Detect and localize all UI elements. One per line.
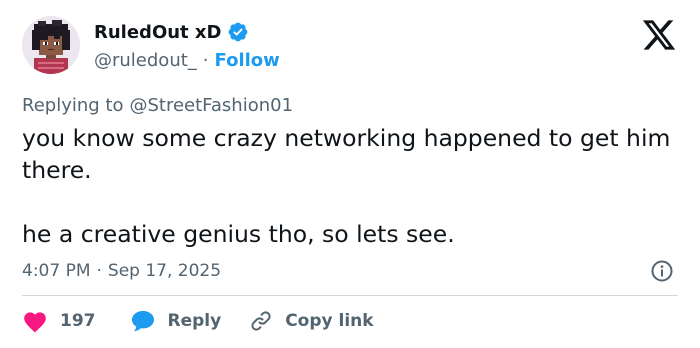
- reply-label: Reply: [167, 311, 222, 331]
- tweet-time: 4:07 PM: [22, 261, 91, 281]
- action-bar: 197 Reply Copy link: [22, 306, 374, 336]
- replying-to: Replying to @StreetFashion01: [22, 92, 293, 118]
- copy-link-button[interactable]: Copy link: [249, 309, 374, 333]
- like-count: 197: [60, 311, 96, 331]
- x-logo-icon[interactable]: [640, 17, 678, 53]
- replying-to-handle[interactable]: @StreetFashion01: [129, 95, 293, 116]
- follow-button[interactable]: Follow: [215, 50, 280, 71]
- tweet-text: you know some crazy networking happened …: [22, 124, 671, 248]
- author-handle-row: @ruledout_ · Follow: [94, 47, 280, 73]
- link-icon: [251, 311, 271, 331]
- copy-link-label: Copy link: [285, 311, 374, 331]
- heart-icon: [24, 312, 46, 333]
- tweet-timestamp[interactable]: 4:07 PM · Sep 17, 2025: [22, 258, 221, 284]
- handle-separator: ·: [202, 49, 209, 71]
- display-name[interactable]: RuledOut xD: [94, 22, 221, 43]
- verified-badge-icon: [227, 21, 249, 43]
- author-name-row: RuledOut xD: [94, 18, 249, 46]
- replying-to-label: Replying to: [22, 94, 124, 116]
- reply-button[interactable]: Reply: [130, 309, 222, 333]
- avatar[interactable]: [22, 16, 80, 74]
- author-handle[interactable]: @ruledout_: [94, 50, 197, 71]
- divider: [22, 295, 678, 296]
- info-icon[interactable]: [650, 259, 674, 283]
- avatar-image: [22, 16, 80, 74]
- like-button[interactable]: 197: [22, 309, 96, 333]
- tweet-card: RuledOut xD @ruledout_ · Follow Replying…: [0, 0, 700, 348]
- timestamp-separator: ·: [96, 261, 102, 281]
- reply-bubble-icon: [131, 311, 154, 332]
- tweet-date: Sep 17, 2025: [107, 261, 222, 281]
